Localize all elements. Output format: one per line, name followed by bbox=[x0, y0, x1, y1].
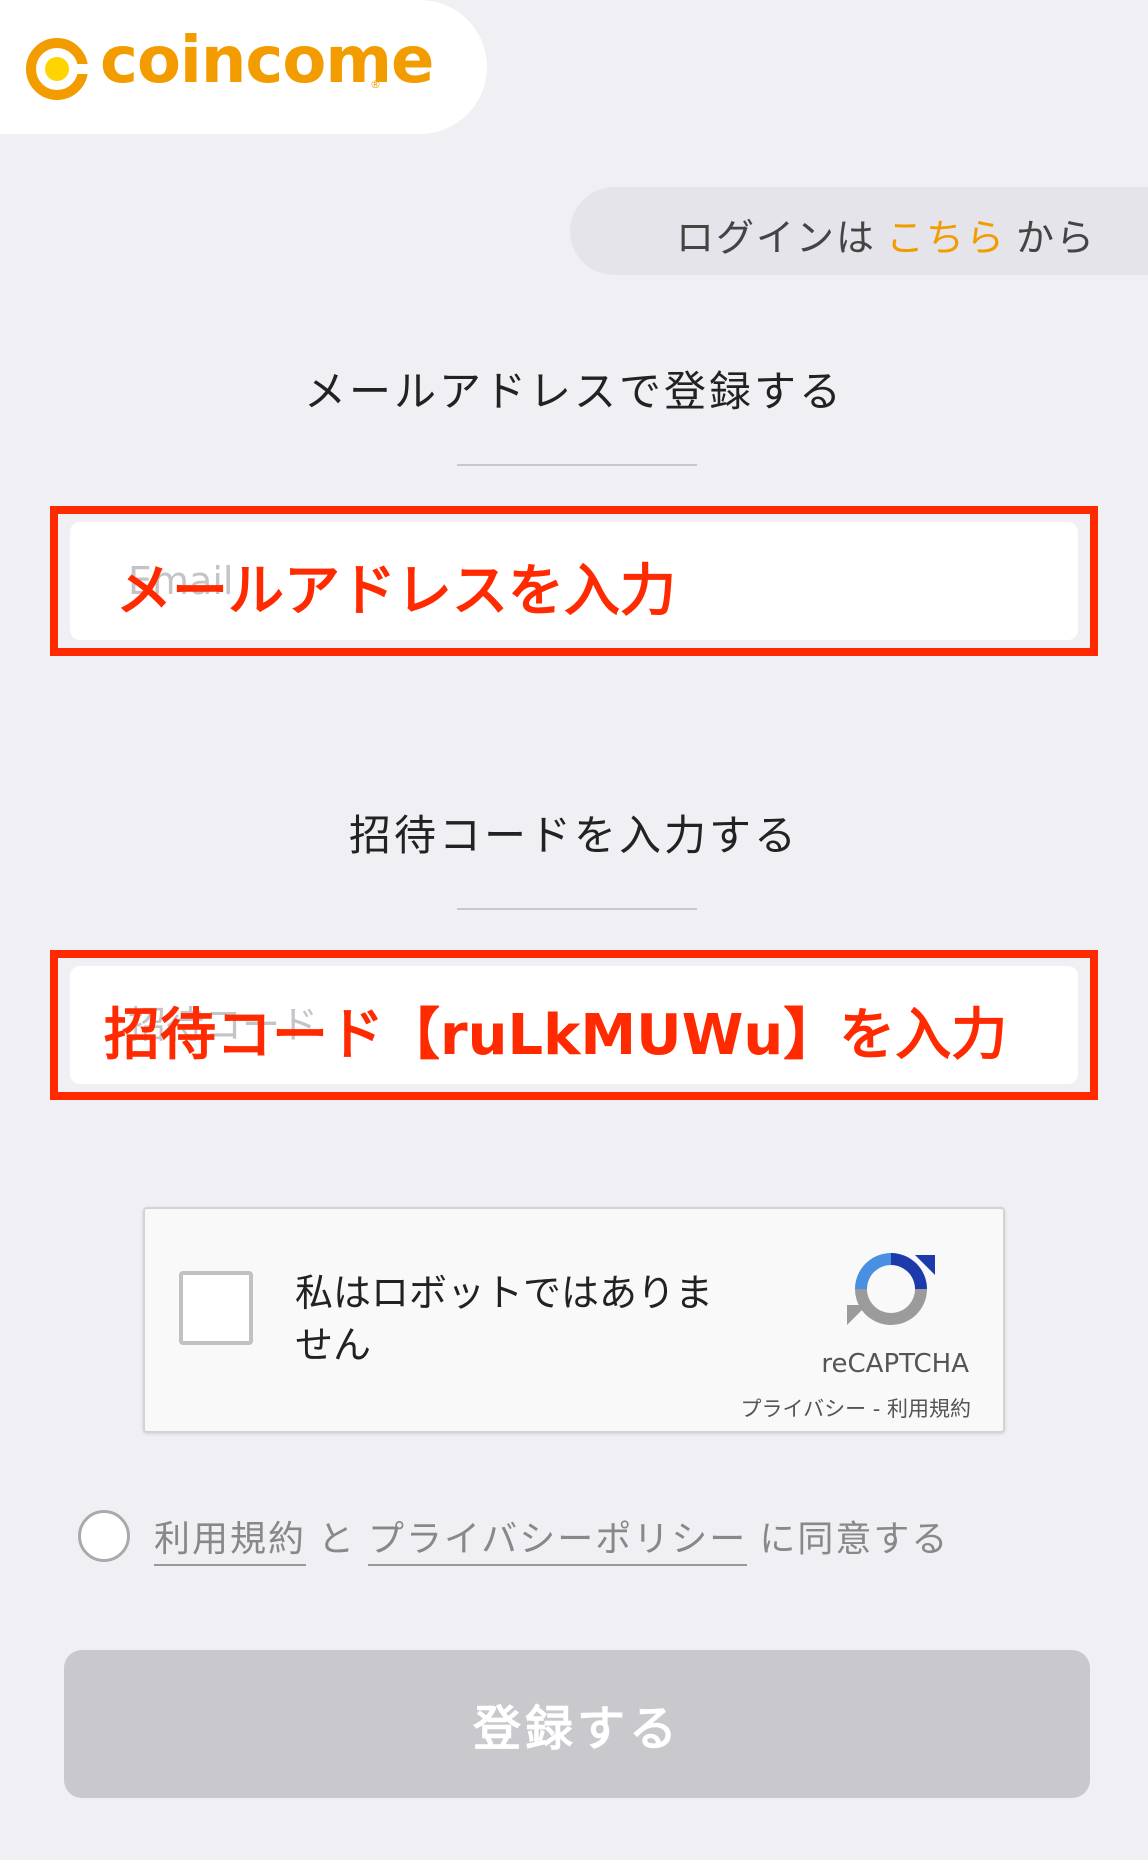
email-section-title: メールアドレスで登録する bbox=[303, 367, 844, 416]
recaptcha-brand: reCAPTCHA bbox=[821, 1349, 969, 1379]
invite-code-input[interactable] bbox=[70, 966, 1078, 1084]
invite-section-title: 招待コードを入力する bbox=[348, 811, 799, 860]
recaptcha-checkbox[interactable] bbox=[179, 1271, 253, 1345]
login-link[interactable]: こちら bbox=[886, 216, 1006, 260]
registered-mark: ® bbox=[370, 78, 381, 91]
invite-field-annotation bbox=[50, 950, 1098, 1100]
recaptcha-logo-icon bbox=[847, 1253, 935, 1325]
login-prefix: ログインは bbox=[675, 216, 876, 260]
agreement-text: 利用規約とプライバシーポリシー に同意する bbox=[154, 1510, 961, 1566]
login-prompt: ログインは こちら から bbox=[676, 207, 1096, 262]
register-button[interactable]: 登録する bbox=[64, 1650, 1090, 1798]
brand-name: coincome bbox=[100, 24, 434, 98]
privacy-policy-link[interactable]: プライバシーポリシー bbox=[368, 1519, 748, 1566]
logo-card: coincome ® bbox=[0, 0, 487, 134]
email-divider bbox=[457, 464, 697, 466]
terms-link[interactable]: 利用規約 bbox=[154, 1519, 307, 1566]
coincome-logo-icon bbox=[26, 38, 88, 100]
email-input[interactable] bbox=[70, 522, 1078, 640]
recaptcha-links[interactable]: プライバシー - 利用規約 bbox=[740, 1393, 971, 1423]
recaptcha-label: 私はロボットではありません bbox=[295, 1271, 714, 1367]
email-field-annotation bbox=[50, 506, 1098, 656]
recaptcha-widget: 私はロボットではありません reCAPTCHA プライバシー - 利用規約 bbox=[143, 1207, 1005, 1433]
invite-divider bbox=[457, 908, 697, 910]
agreement-radio[interactable] bbox=[78, 1510, 130, 1562]
agreement-suffix: に同意する bbox=[759, 1519, 950, 1560]
agreement-conjunction: と bbox=[318, 1519, 357, 1560]
agreement-row: 利用規約とプライバシーポリシー に同意する bbox=[78, 1508, 961, 1566]
login-suffix: から bbox=[1015, 216, 1096, 260]
